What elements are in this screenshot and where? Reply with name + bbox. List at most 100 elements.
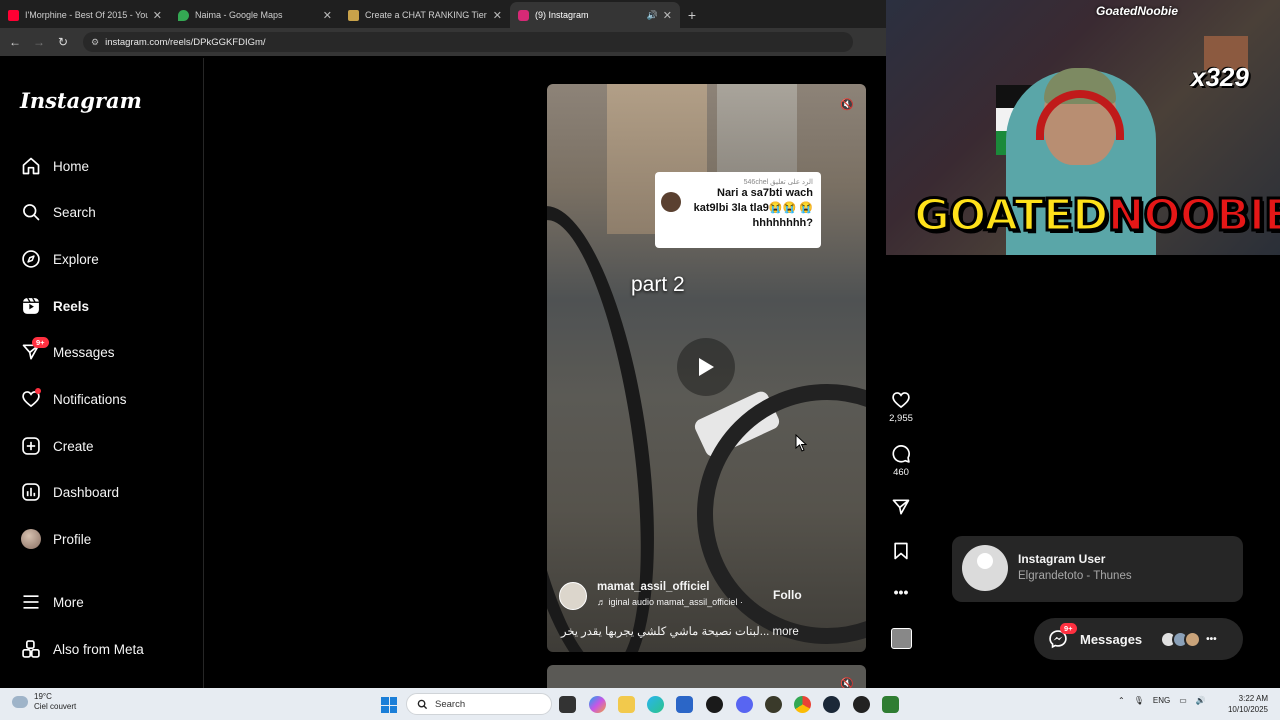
commenter-avatar	[661, 192, 681, 212]
save-action[interactable]	[886, 541, 916, 561]
browser-tab-strip: I'Morphine - Best Of 2015 - You ✕ Naima …	[0, 0, 886, 28]
reply-label: الرد على تعليق	[770, 179, 813, 186]
instagram-logo[interactable]: Instagram	[20, 88, 142, 113]
sidebar-item-search[interactable]: Search	[20, 199, 96, 225]
taskbar-search-placeholder: Search	[435, 698, 466, 710]
url-bar[interactable]: ⚙ instagram.com/reels/DPkGGKFDIGm/	[83, 32, 853, 52]
like-action[interactable]: 2,955	[886, 390, 916, 424]
sidebar-item-profile[interactable]: Profile	[20, 526, 91, 552]
weather-description: Ciel couvert	[34, 702, 77, 711]
url-text: instagram.com/reels/DPkGGKFDIGm/	[105, 36, 266, 48]
streamer-banner: GOATEDNOOBIE	[913, 189, 1280, 243]
app-icon-dark[interactable]	[765, 696, 782, 713]
clock[interactable]: 3:22 AM 10/10/2025	[1222, 693, 1268, 715]
task-view-icon[interactable]	[559, 696, 576, 713]
sidebar-item-explore[interactable]: Explore	[20, 246, 99, 272]
back-icon[interactable]: ←	[3, 35, 27, 49]
close-tab-icon[interactable]: ✕	[663, 9, 672, 22]
tab-title: (9) Instagram	[535, 10, 589, 20]
edge-icon[interactable]	[647, 696, 664, 713]
sidebar-item-label: Notifications	[53, 391, 127, 407]
message-notification[interactable]: Instagram User Elgrandetoto - Thunes	[952, 536, 1243, 602]
meta-apps-icon	[20, 638, 42, 660]
chrome-icon[interactable]	[794, 696, 811, 713]
streamer-handle: GoatedNoobie	[1096, 4, 1179, 18]
share-action[interactable]	[886, 497, 916, 517]
volume-icon[interactable]: 🔇	[840, 98, 854, 111]
search-icon	[20, 201, 42, 223]
address-toolbar: ← → ↻ ⚙ instagram.com/reels/DPkGGKFDIGm/	[0, 28, 886, 56]
comment-reply-header: 546chel الرد على تعليق	[663, 178, 813, 186]
network-icon[interactable]: ▭	[1179, 696, 1187, 705]
notification-dot	[35, 388, 41, 394]
reload-icon[interactable]: ↻	[51, 35, 75, 49]
new-tab-button[interactable]: +	[680, 2, 704, 28]
tab-google-maps[interactable]: Naima - Google Maps ✕	[170, 2, 340, 28]
close-tab-icon[interactable]: ✕	[493, 9, 502, 22]
copilot-icon[interactable]	[589, 696, 606, 713]
music-icon: ♬	[597, 597, 609, 607]
author-username[interactable]: mamat_assil_officiel	[597, 581, 710, 593]
sidebar-item-label: Also from Meta	[53, 641, 144, 657]
comment-text: Nari a sa7bti wach kat9lbi 3la tla9😭😭 😭h…	[693, 187, 813, 229]
author-avatar[interactable]	[559, 582, 587, 610]
store-icon[interactable]	[676, 696, 693, 713]
weather-widget[interactable]: 19°C Ciel couvert	[12, 692, 76, 712]
close-tab-icon[interactable]: ✕	[323, 9, 332, 22]
audio-link[interactable]: ♬ iginal audio mamat_assil_officiel ·	[597, 597, 743, 607]
sidebar-item-notifications[interactable]: Notifications	[20, 386, 127, 412]
messages-badge: 9+	[32, 337, 49, 348]
sidebar-item-label: More	[53, 594, 84, 610]
microphone-icon[interactable]: 🎙	[1134, 696, 1144, 705]
site-info-icon[interactable]: ⚙	[91, 37, 99, 48]
search-icon	[417, 699, 428, 709]
sidebar-item-also-from-meta[interactable]: Also from Meta	[20, 636, 144, 662]
follow-button[interactable]: Follo	[773, 588, 802, 602]
sidebar-item-create[interactable]: Create	[20, 433, 94, 459]
windows-taskbar: 19°C Ciel couvert Search ⌃ 🎙 ENG ▭ 🔊 3:22…	[0, 688, 1280, 720]
more-contacts-icon: •••	[1206, 633, 1217, 645]
reel-video[interactable]: 🔇 546chel الرد على تعليق Nari a sa7bti w…	[547, 84, 866, 652]
sidebar-item-home[interactable]: Home	[20, 153, 89, 179]
commenter-username: 546chel	[743, 179, 769, 186]
sidebar-item-dashboard[interactable]: Dashboard	[20, 479, 119, 505]
windows-start-icon[interactable]	[381, 697, 397, 713]
tab-instagram[interactable]: (9) Instagram 🔊 ✕	[510, 2, 680, 28]
sidebar-item-more[interactable]: More	[20, 589, 84, 615]
sidebar-item-reels[interactable]: Reels	[20, 293, 89, 319]
more-options-icon[interactable]: •••	[886, 584, 916, 600]
maps-icon	[178, 9, 189, 21]
user-avatar	[962, 545, 1008, 591]
forward-icon[interactable]: →	[27, 35, 51, 49]
close-tab-icon[interactable]: ✕	[153, 9, 162, 22]
sidebar-item-label: Home	[53, 158, 90, 174]
tab-tier-list[interactable]: Create a CHAT RANKING Tier Li ✕	[340, 2, 510, 28]
discord-icon[interactable]	[736, 696, 753, 713]
multiplier-counter: x329	[1191, 62, 1249, 92]
steam-icon[interactable]	[823, 696, 840, 713]
sidebar-item-messages[interactable]: 9+ Messages	[20, 337, 115, 365]
video-overlay-text: part 2	[631, 273, 685, 296]
tab-youtube[interactable]: I'Morphine - Best Of 2015 - You ✕	[0, 2, 170, 28]
sidebar-item-label: Reels	[53, 298, 90, 314]
volume-icon[interactable]: 🔊	[1196, 696, 1206, 705]
audio-thumbnail[interactable]	[891, 628, 912, 649]
heart-icon	[892, 392, 910, 409]
language-indicator[interactable]: ENG	[1153, 696, 1170, 705]
chevron-up-icon[interactable]: ⌃	[1118, 696, 1125, 705]
app-icon-red[interactable]	[706, 696, 723, 713]
app-icon-green[interactable]	[882, 696, 899, 713]
play-button[interactable]	[677, 338, 735, 396]
file-explorer-icon[interactable]	[618, 696, 635, 713]
banner-text-red: NOOBIE	[1106, 189, 1280, 243]
taskbar-search[interactable]: Search	[406, 693, 552, 715]
banner-text-yellow: GOATED	[913, 189, 1111, 243]
tab-audio-icon[interactable]: 🔊	[647, 10, 658, 21]
obs-icon[interactable]	[853, 696, 870, 713]
reel-caption[interactable]: لبنات نصيحة ماشي كلشي يجربها يقدر يخر...…	[561, 624, 799, 638]
sidebar-item-label: Messages	[53, 344, 115, 360]
youtube-icon	[8, 9, 19, 21]
play-icon	[699, 358, 714, 376]
messages-pill-button[interactable]: 9+ Messages •••	[1034, 618, 1243, 660]
comment-action[interactable]: 460	[886, 444, 916, 478]
